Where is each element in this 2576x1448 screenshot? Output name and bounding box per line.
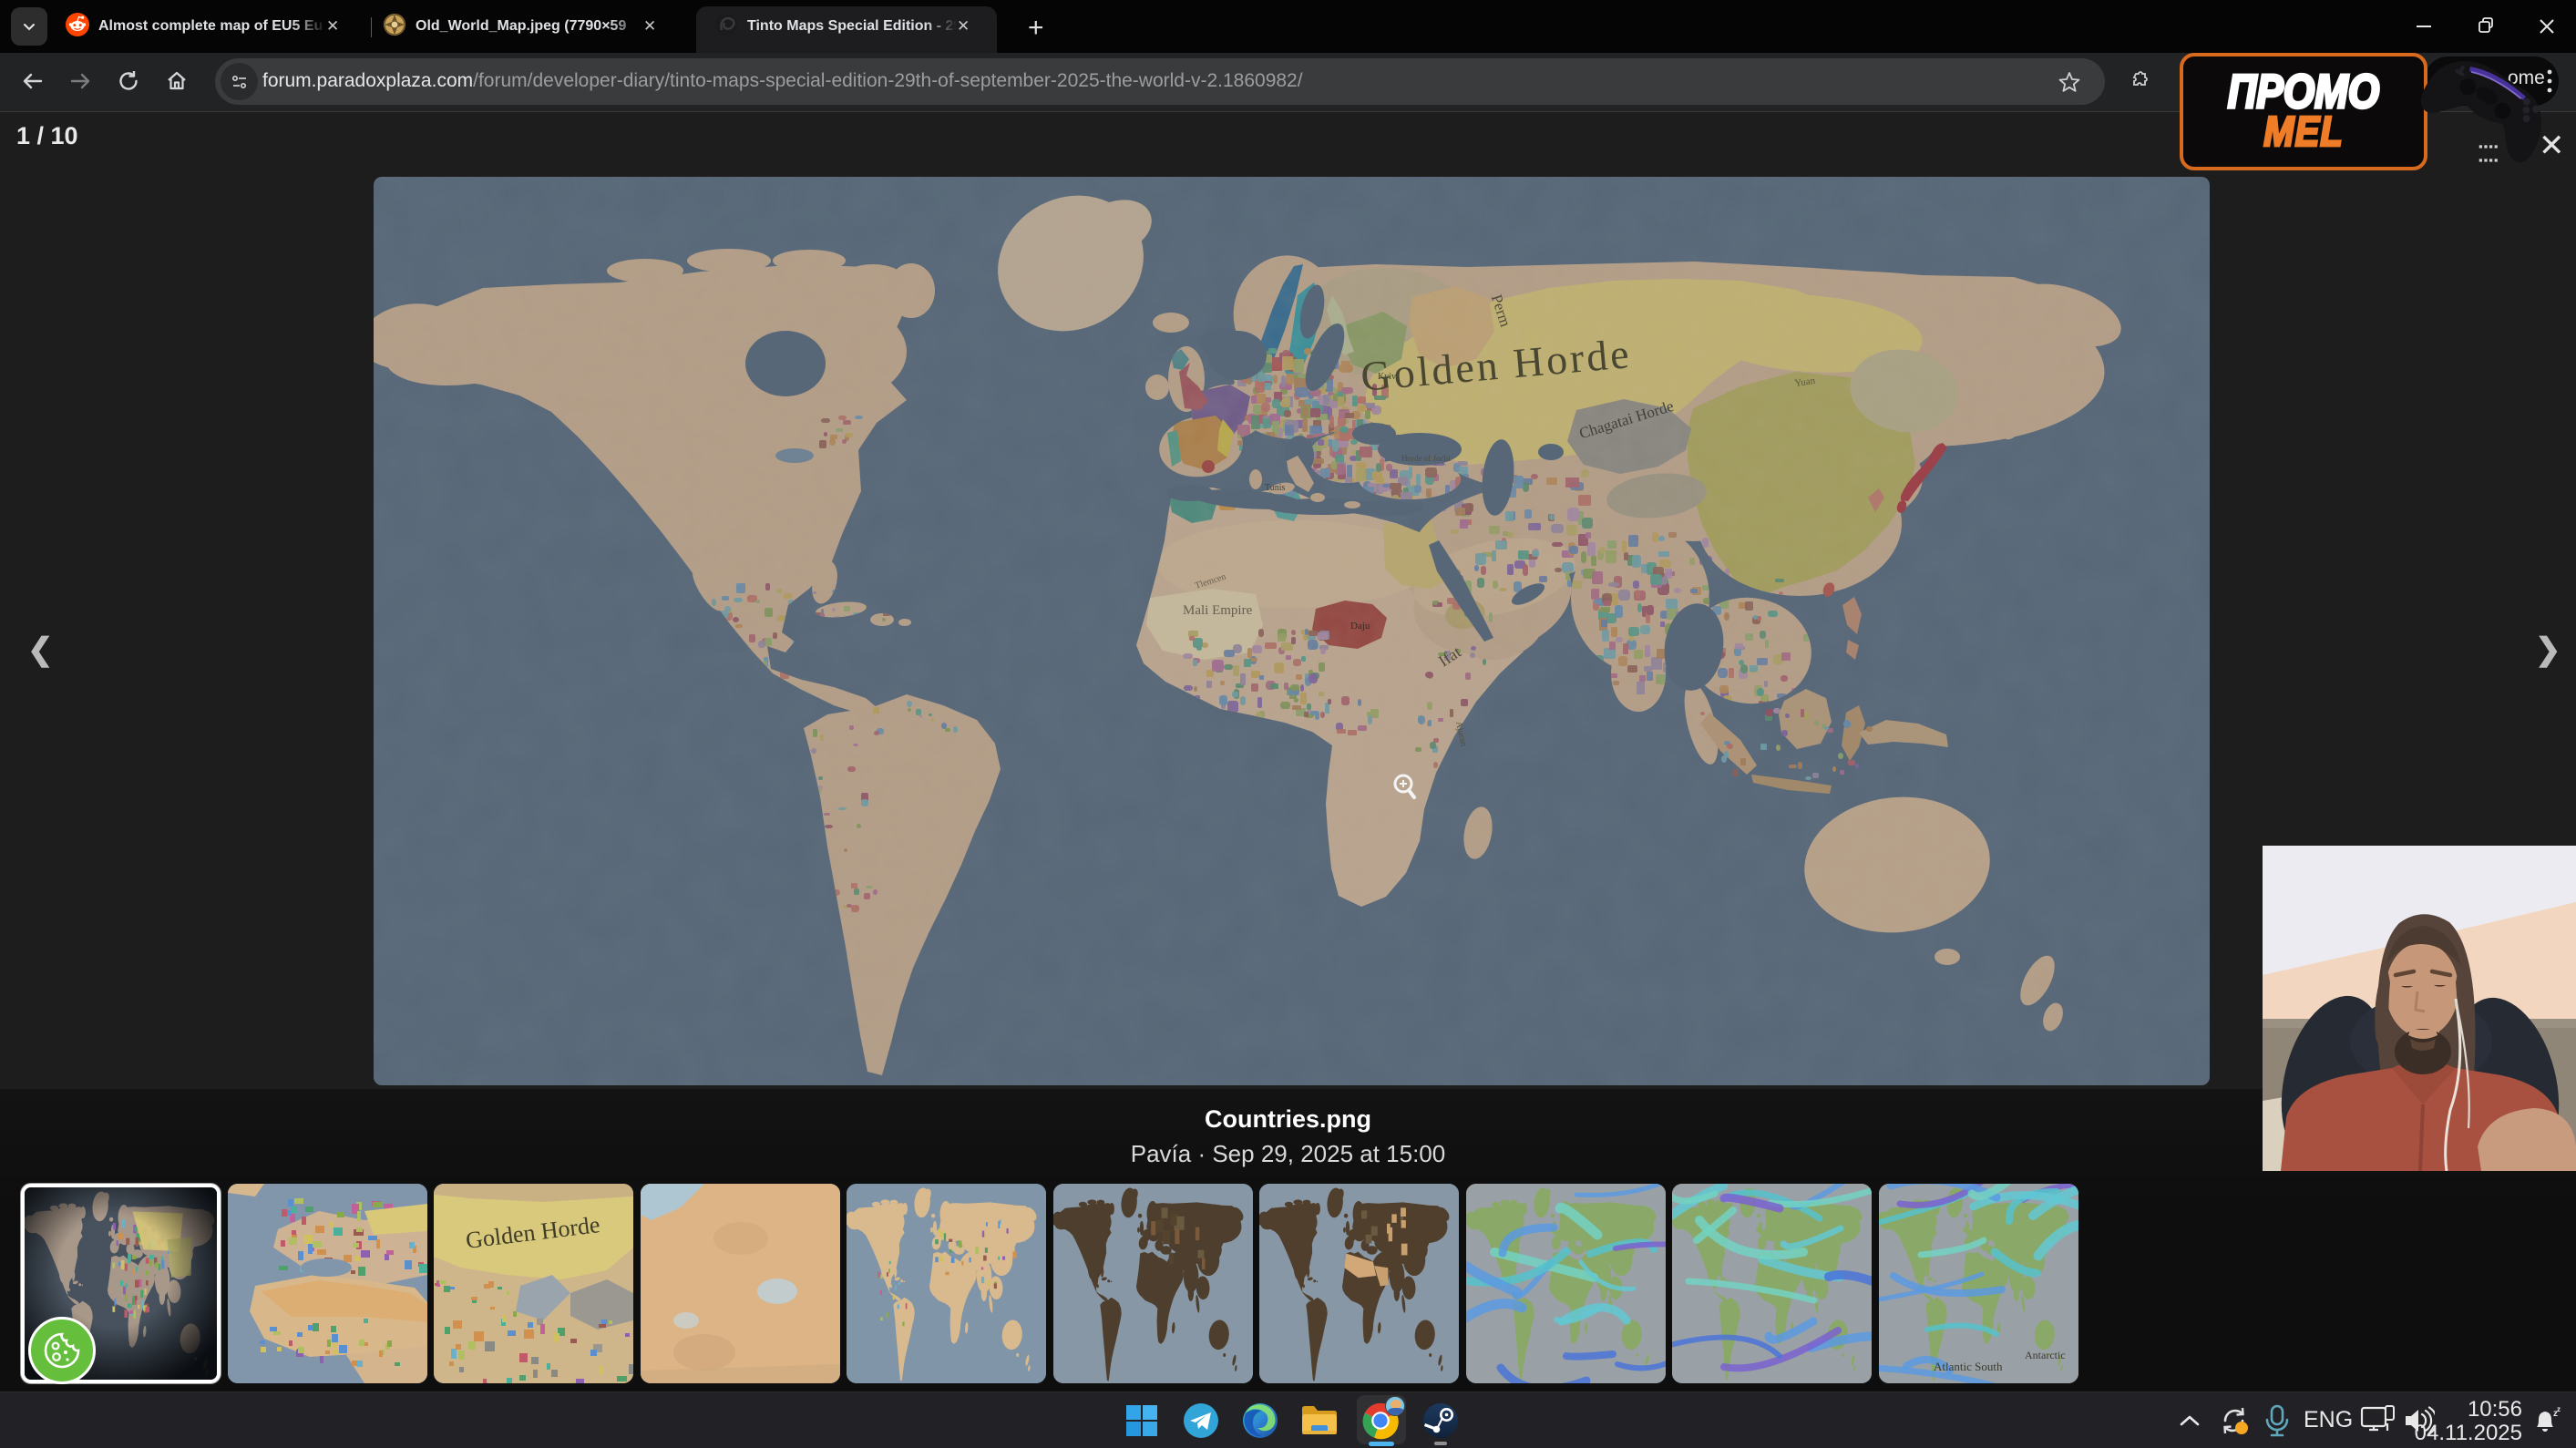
svg-text:Atlantic South: Atlantic South <box>1934 1360 2003 1373</box>
svg-text:Antarctic: Antarctic <box>2025 1349 2066 1361</box>
svg-text:z: z <box>2557 1405 2561 1413</box>
